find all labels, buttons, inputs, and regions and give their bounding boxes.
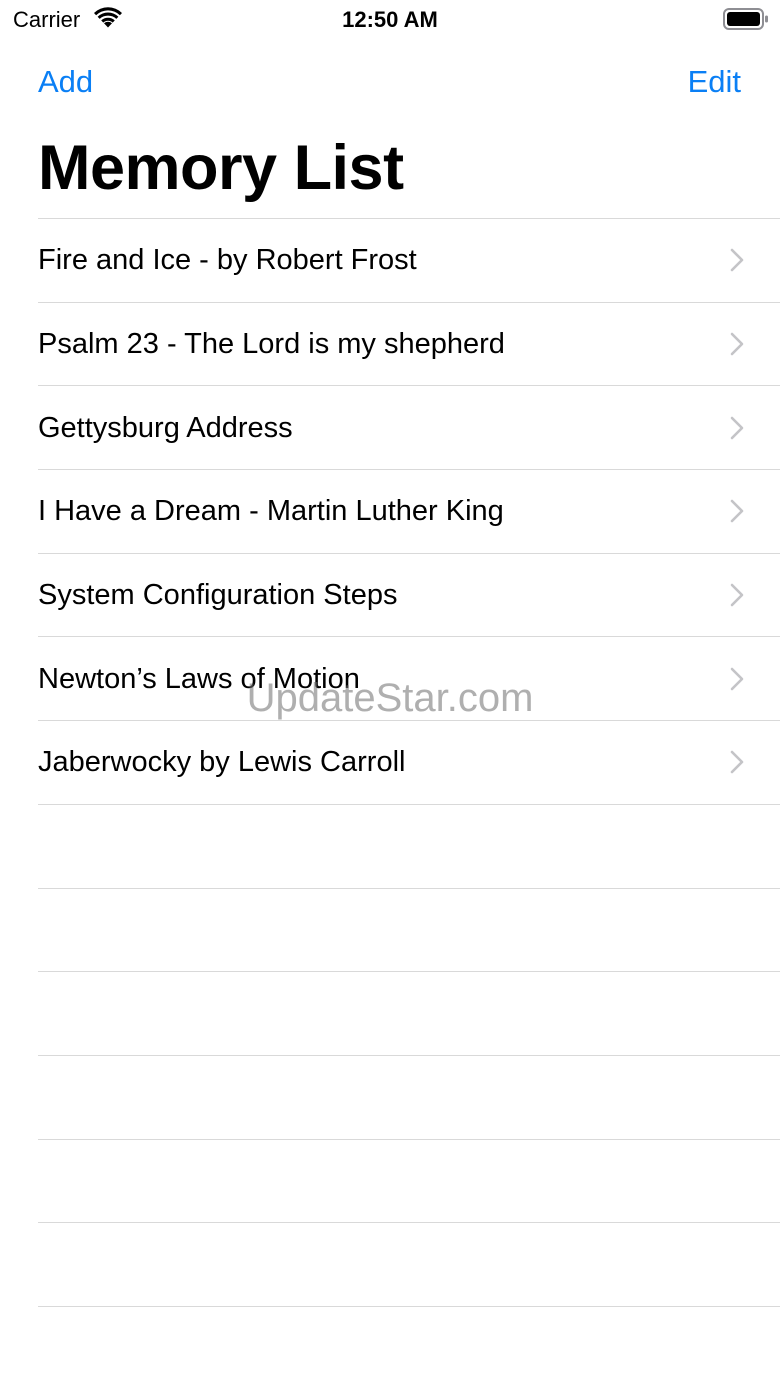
empty-row-separator — [38, 1222, 780, 1306]
list-item-label: Fire and Ice - by Robert Frost — [38, 244, 417, 277]
chevron-right-icon — [730, 249, 744, 272]
status-time: 12:50 AM — [342, 7, 438, 32]
list-item[interactable]: Jaberwocky by Lewis Carroll — [38, 720, 780, 804]
empty-row-separator — [38, 971, 780, 1055]
list-item-label: Gettysburg Address — [38, 411, 293, 444]
battery-icon — [723, 8, 768, 30]
empty-row-separator — [38, 803, 780, 888]
empty-row-separator — [38, 887, 780, 972]
status-bar: Carrier 12:50 AM — [0, 0, 780, 40]
chevron-right-icon — [730, 667, 744, 691]
empty-row-separator — [38, 1305, 780, 1387]
chevron-right-icon — [730, 500, 744, 523]
chevron-right-icon — [730, 416, 744, 440]
list-item[interactable]: Gettysburg Address — [38, 385, 780, 469]
list-item-label: Newton’s Laws of Motion — [38, 662, 360, 695]
list-item-label: Jaberwocky by Lewis Carroll — [38, 746, 406, 779]
chevron-right-icon — [730, 751, 744, 774]
list-item[interactable]: Fire and Ice - by Robert Frost — [38, 218, 780, 302]
page-title: Memory List — [38, 133, 404, 203]
screen: Carrier 12:50 AM Add Edit Memory List Fi… — [0, 0, 780, 1387]
list-item-label: System Configuration Steps — [38, 579, 398, 612]
edit-button[interactable]: Edit — [688, 62, 741, 102]
navigation-bar: Add Edit — [0, 56, 780, 106]
list-item[interactable]: Psalm 23 - The Lord is my shepherd — [38, 301, 780, 386]
chevron-right-icon — [730, 583, 744, 607]
add-button[interactable]: Add — [38, 62, 93, 102]
chevron-right-icon — [730, 332, 744, 356]
list-item[interactable]: System Configuration Steps — [38, 552, 780, 637]
list-item[interactable]: Newton’s Laws of Motion — [38, 636, 780, 720]
empty-row-separator — [38, 1054, 780, 1139]
memory-list: Fire and Ice - by Robert Frost Psalm 23 … — [0, 218, 780, 1387]
list-item-label: I Have a Dream - Martin Luther King — [38, 495, 504, 528]
list-item-label: Psalm 23 - The Lord is my shepherd — [38, 328, 505, 361]
list-item[interactable]: I Have a Dream - Martin Luther King — [38, 469, 780, 553]
empty-row-separator — [38, 1138, 780, 1223]
